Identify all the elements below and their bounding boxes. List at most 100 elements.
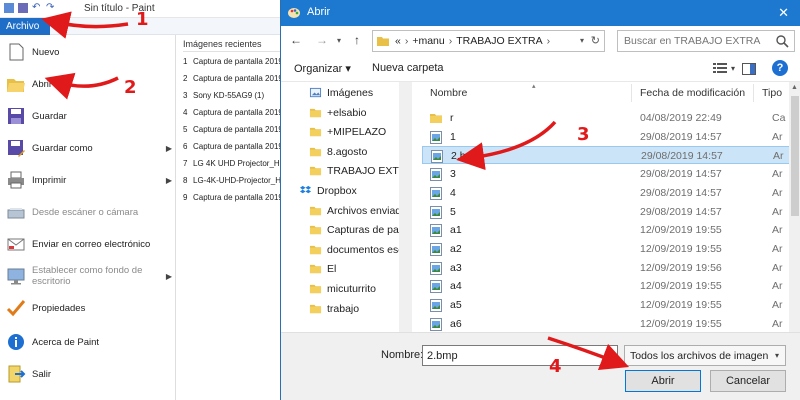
chevron-down-icon[interactable]: ▾ xyxy=(731,64,735,73)
menu-item-imprimir[interactable]: Imprimir ▶ xyxy=(0,164,176,196)
refresh-icon[interactable]: ↻ xyxy=(591,34,600,47)
menu-item-salir[interactable]: Salir xyxy=(0,358,176,390)
file-list-scrollbar[interactable]: ▲ xyxy=(789,82,800,332)
up-arrow-icon[interactable]: ↑ xyxy=(354,33,360,47)
navigation-scrollbar[interactable] xyxy=(399,82,411,332)
folder-icon xyxy=(309,108,322,117)
open-button[interactable]: Abrir xyxy=(625,370,701,392)
menu-item-guardar[interactable]: Guardar xyxy=(0,100,176,132)
new-folder-button[interactable]: Nueva carpeta xyxy=(372,62,444,74)
menu-item-acerca-de-paint[interactable]: Acerca de Paint xyxy=(0,326,176,358)
filename-input[interactable] xyxy=(423,346,598,365)
menu-item-propiedades[interactable]: Propiedades xyxy=(0,292,176,324)
view-options-icon[interactable] xyxy=(713,62,727,74)
recent-image-item[interactable]: 1 Captura de pantalla 2019 xyxy=(183,57,287,66)
nav-item[interactable]: Archivos enviados xyxy=(281,202,410,220)
breadcrumb[interactable]: «› +manu › TRABAJO EXTRA › xyxy=(395,35,554,47)
file-row[interactable]: 5 29/08/2019 14:57 Ar xyxy=(422,203,790,221)
organize-button[interactable]: Organizar ▾ xyxy=(294,62,351,75)
file-row[interactable]: a6 12/09/2019 19:55 Ar xyxy=(422,315,790,332)
menu-item-enviar-en-correo-electrónico[interactable]: Enviar en correo electrónico xyxy=(0,228,176,260)
help-icon[interactable]: ? xyxy=(772,60,788,76)
nav-item[interactable]: trabajo xyxy=(281,300,410,318)
file-row[interactable]: a5 12/09/2019 19:55 Ar xyxy=(422,296,790,314)
search-input[interactable] xyxy=(618,31,768,51)
file-row[interactable]: 3 29/08/2019 14:57 Ar xyxy=(422,165,790,183)
menu-item-guardar-como[interactable]: Guardar como ▶ xyxy=(0,132,176,164)
file-name: a1 xyxy=(450,224,462,237)
menu-item-nuevo[interactable]: Nuevo xyxy=(0,36,176,68)
back-arrow-icon[interactable]: ← xyxy=(290,33,302,47)
column-header-type[interactable]: Tipo xyxy=(754,84,794,102)
column-header-name[interactable]: ▴ Nombre xyxy=(422,83,632,102)
printer-icon xyxy=(8,171,24,189)
cancel-button[interactable]: Cancelar xyxy=(710,370,786,392)
menu-item-label: Guardar xyxy=(32,110,67,122)
recent-image-item[interactable]: 8 LG-4K-UHD-Projector_HU xyxy=(183,176,287,185)
breadcrumb-item[interactable]: +manu xyxy=(412,35,444,47)
menu-item-establecer-como-fondo-de-escritorio[interactable]: Establecer como fondo de escritorio ▶ xyxy=(0,260,176,292)
recent-images-title: Imágenes recientes xyxy=(183,39,262,49)
recent-image-item[interactable]: 3 Sony KD-55AG9 (1) xyxy=(183,91,287,100)
dialog-title: Abrir xyxy=(307,6,331,18)
recent-image-item[interactable]: 5 Captura de pantalla 2019 xyxy=(183,125,287,134)
scrollbar-thumb[interactable] xyxy=(791,96,799,216)
file-row[interactable]: 2.bmp 29/08/2019 14:57 Ar xyxy=(422,146,790,165)
filename-field[interactable]: ▾ xyxy=(422,345,618,366)
file-row[interactable]: a3 12/09/2019 19:56 Ar xyxy=(422,259,790,277)
breadcrumb-overflow[interactable]: « xyxy=(395,35,401,47)
close-icon[interactable]: ✕ xyxy=(778,5,789,21)
recent-image-item[interactable]: 9 Captura de pantalla 2019 xyxy=(183,193,287,202)
file-row[interactable]: a1 12/09/2019 19:55 Ar xyxy=(422,221,790,239)
recent-image-number: 7 xyxy=(183,159,188,168)
redo-icon[interactable]: ↷ xyxy=(46,3,56,13)
recent-image-item[interactable]: 2 Captura de pantalla 2019 xyxy=(183,74,287,83)
nav-item[interactable]: 8.agosto xyxy=(281,143,410,161)
file-type: Ar xyxy=(772,299,783,311)
nav-item[interactable]: Imágenes xyxy=(281,84,410,102)
nav-item[interactable]: El xyxy=(281,260,410,278)
breadcrumb-item[interactable]: TRABAJO EXTRA xyxy=(456,35,542,47)
preview-pane-icon[interactable] xyxy=(742,63,756,75)
file-date: 29/08/2019 14:57 xyxy=(640,186,722,199)
open-folder-icon xyxy=(7,79,25,92)
nav-item[interactable]: Capturas de pantalla xyxy=(281,221,410,239)
search-box[interactable] xyxy=(617,30,795,52)
filetype-select[interactable]: Todos los archivos de imagen ▾ xyxy=(624,345,786,366)
chevron-down-icon[interactable]: ▾ xyxy=(580,36,584,45)
file-row[interactable]: 4 29/08/2019 14:57 Ar xyxy=(422,184,790,202)
save-icon[interactable] xyxy=(18,3,28,13)
search-icon xyxy=(776,35,789,48)
file-row[interactable]: r 04/08/2019 22:49 Ca xyxy=(422,109,790,127)
file-tab[interactable]: Archivo xyxy=(0,18,50,35)
undo-icon[interactable]: ↶ xyxy=(32,3,42,13)
nav-item[interactable]: +elsabio xyxy=(281,104,410,122)
recent-image-item[interactable]: 7 LG 4K UHD Projector_HU xyxy=(183,159,287,168)
ribbon-strip xyxy=(50,18,290,35)
file-type: Ar xyxy=(773,150,784,163)
menu-item-abrir[interactable]: Abrir xyxy=(0,68,176,100)
recent-image-item[interactable]: 6 Captura de pantalla 2019 xyxy=(183,142,287,151)
nav-item[interactable]: +MIPELAZO xyxy=(281,123,410,141)
menu-item-desde-escáner-o-cámara[interactable]: Desde escáner o cámara xyxy=(0,196,176,228)
recent-locations-chevron-icon[interactable]: ▾ xyxy=(337,36,341,45)
column-header-date[interactable]: Fecha de modificación xyxy=(632,84,754,102)
nav-item[interactable]: documentos escaneados xyxy=(281,241,410,259)
nav-item[interactable]: micuturrito xyxy=(281,280,410,298)
scroll-up-icon[interactable]: ▲ xyxy=(791,84,798,91)
file-type: Ar xyxy=(772,224,783,237)
file-row[interactable]: a2 12/09/2019 19:55 Ar xyxy=(422,240,790,258)
nav-item[interactable]: TRABAJO EXTRA xyxy=(281,162,410,180)
paint-palette-icon xyxy=(288,8,300,18)
file-row[interactable]: 1 29/08/2019 14:57 Ar xyxy=(422,128,790,146)
chevron-down-icon[interactable]: ▾ xyxy=(608,351,612,360)
recent-image-name: Captura de pantalla 2019 xyxy=(193,142,283,151)
recent-image-name: Captura de pantalla 2019 xyxy=(193,57,283,66)
nav-item-label: micuturrito xyxy=(327,283,377,295)
forward-arrow-icon[interactable]: → xyxy=(316,33,328,47)
recent-image-item[interactable]: 4 Captura de pantalla 2019 xyxy=(183,108,287,117)
file-row[interactable]: a4 12/09/2019 19:55 Ar xyxy=(422,277,790,295)
info-icon xyxy=(8,334,24,350)
address-bar[interactable]: «› +manu › TRABAJO EXTRA › ▾ ↻ xyxy=(372,30,605,52)
nav-item[interactable]: Dropbox xyxy=(281,182,410,200)
